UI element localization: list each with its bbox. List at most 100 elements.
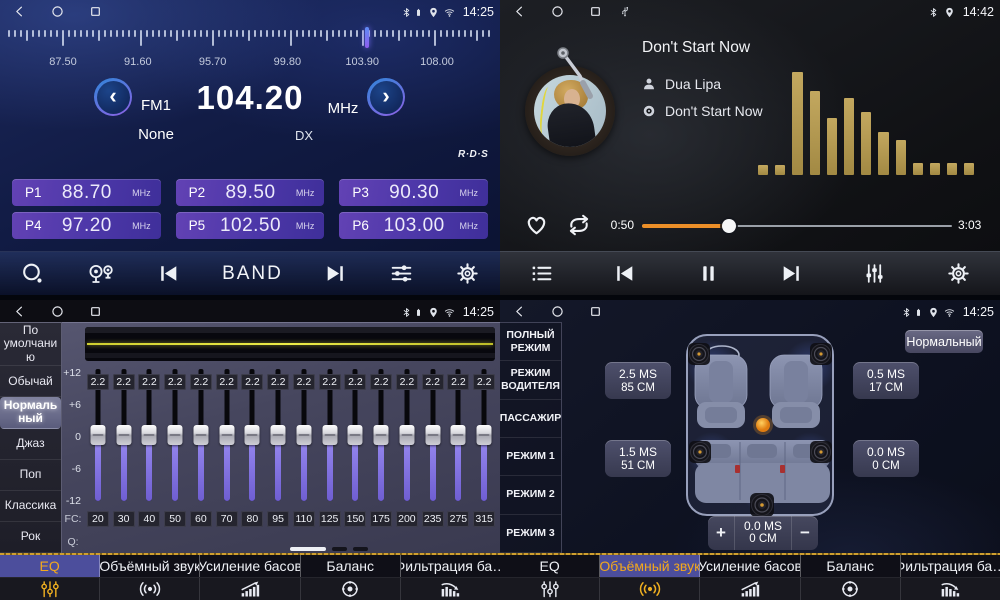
preset-button[interactable]: P6 103.00 MHz	[339, 212, 488, 239]
listening-mode-item[interactable]: ПАССАЖИР	[500, 400, 561, 438]
increase-delay-button[interactable]: +	[708, 516, 735, 550]
equalizer-icon[interactable]	[862, 261, 887, 286]
slider-handle[interactable]	[168, 425, 183, 445]
tab-eq[interactable]: EQ	[500, 555, 600, 577]
frequency-dial[interactable]: 87.5091.6095.7099.80103.90108.00	[0, 26, 500, 70]
listening-mode-item[interactable]: ПОЛНЫЙ РЕЖИМ	[500, 323, 561, 361]
pause-icon[interactable]	[696, 261, 721, 286]
tab-balance-icon[interactable]	[301, 578, 401, 600]
tab-eq-icon[interactable]	[500, 578, 600, 600]
delay-rear-right[interactable]: 0.0 MS 0 CM	[853, 440, 919, 477]
delay-front-right[interactable]: 0.5 MS 17 CM	[853, 362, 919, 399]
tab-bass-boost-icon[interactable]	[200, 578, 300, 600]
next-track-icon[interactable]	[779, 261, 804, 286]
slider-handle[interactable]	[322, 425, 337, 445]
preset-button[interactable]: P4 97.20 MHz	[12, 212, 161, 239]
preset-button[interactable]: P5 102.50 MHz	[176, 212, 325, 239]
tab-bass-boost-icon[interactable]	[700, 578, 800, 600]
nav-home-icon[interactable]	[551, 5, 564, 18]
delay-rear-left[interactable]: 1.5 MS 51 CM	[605, 440, 671, 477]
slider-handle[interactable]	[142, 425, 157, 445]
settings-gear-icon[interactable]	[946, 261, 971, 286]
preset-button[interactable]: P2 89.50 MHz	[176, 179, 325, 206]
eq-band-pager[interactable]	[290, 547, 368, 551]
tab-surround[interactable]: Объёмный звук	[100, 555, 200, 577]
slider-handle[interactable]	[425, 425, 440, 445]
delay-front-left[interactable]: 2.5 MS 85 CM	[605, 362, 671, 399]
pager-current	[290, 547, 326, 551]
slider-handle[interactable]	[477, 425, 492, 445]
tab-balance[interactable]: Баланс	[801, 555, 901, 577]
tab-bass-boost[interactable]: Усиление басов	[700, 555, 800, 577]
nav-recents-icon[interactable]	[589, 305, 602, 318]
nav-back-icon[interactable]	[513, 5, 526, 18]
audio-settings-tabs: EQ Объёмный звук Усиление басов Баланс Ф…	[500, 553, 1000, 600]
nav-recents-icon[interactable]	[89, 305, 102, 318]
tab-eq[interactable]: EQ	[0, 555, 100, 577]
eq-preset-item[interactable]: Поп	[0, 460, 61, 491]
band-button[interactable]: BAND	[222, 263, 283, 285]
decrease-delay-button[interactable]: −	[791, 516, 818, 550]
nav-back-icon[interactable]	[13, 305, 26, 318]
previous-track-icon[interactable]	[612, 261, 637, 286]
eq-preset-item[interactable]: Обычай	[0, 366, 61, 397]
next-station-icon[interactable]	[323, 261, 348, 286]
settings-gear-icon[interactable]	[455, 261, 480, 286]
search-icon[interactable]	[20, 261, 45, 286]
favorite-heart-icon[interactable]	[523, 211, 550, 238]
sound-profile-button[interactable]: Нормальный	[905, 330, 983, 353]
slider-handle[interactable]	[451, 425, 466, 445]
delay-ms: 1.5 MS	[619, 445, 657, 459]
nav-home-icon[interactable]	[551, 305, 564, 318]
slider-handle[interactable]	[219, 425, 234, 445]
nav-home-icon[interactable]	[51, 305, 64, 318]
tab-surround-icon[interactable]	[600, 578, 700, 600]
progress-bar[interactable]	[642, 224, 952, 228]
nav-recents-icon[interactable]	[589, 5, 602, 18]
surround-screen: 14:25 ПОЛНЫЙ РЕЖИМРЕЖИМ ВОДИТЕЛЯПАССАЖИР…	[500, 300, 1000, 600]
listening-mode-item[interactable]: РЕЖИМ 3	[500, 515, 561, 553]
tab-surround-icon[interactable]	[100, 578, 200, 600]
preset-button[interactable]: P3 90.30 MHz	[339, 179, 488, 206]
stations-scan-icon[interactable]	[86, 261, 116, 286]
nav-back-icon[interactable]	[13, 5, 26, 18]
slider-handle[interactable]	[271, 425, 286, 445]
playlist-icon[interactable]	[529, 261, 554, 286]
delay-cm: 51 CM	[621, 460, 655, 472]
slider-handle[interactable]	[245, 425, 260, 445]
tab-bass-boost[interactable]: Усиление басов	[200, 555, 300, 577]
nav-home-icon[interactable]	[51, 5, 64, 18]
tab-eq-icon[interactable]	[0, 578, 100, 600]
nav-back-icon[interactable]	[513, 305, 526, 318]
nav-recents-icon[interactable]	[89, 5, 102, 18]
eq-preset-item[interactable]: Джаз	[0, 429, 61, 460]
tab-surround[interactable]: Объёмный звук	[600, 555, 700, 577]
listening-mode-item[interactable]: РЕЖИМ 2	[500, 476, 561, 514]
tuner-settings-icon[interactable]	[389, 261, 414, 286]
eq-preset-item[interactable]: Рок	[0, 522, 61, 553]
tab-bass-filter[interactable]: Фильтрация ба…	[901, 555, 1000, 577]
eq-preset-item[interactable]: По умолчанию	[0, 323, 61, 366]
listening-mode-item[interactable]: РЕЖИМ ВОДИТЕЛЯ	[500, 361, 561, 399]
slider-handle[interactable]	[374, 425, 389, 445]
progress-knob[interactable]	[722, 219, 736, 233]
slider-handle[interactable]	[90, 425, 105, 445]
tab-balance[interactable]: Баланс	[301, 555, 401, 577]
tab-bass-filter-icon[interactable]	[901, 578, 1000, 600]
listening-mode-item[interactable]: РЕЖИМ 1	[500, 438, 561, 476]
slider-handle[interactable]	[116, 425, 131, 445]
slider-handle[interactable]	[399, 425, 414, 445]
eq-preset-item[interactable]: Классика	[0, 491, 61, 522]
slider-handle[interactable]	[296, 425, 311, 445]
previous-station-icon[interactable]	[156, 261, 181, 286]
eq-preset-item[interactable]: Нормальный	[0, 397, 61, 428]
repeat-icon[interactable]	[566, 212, 592, 238]
tab-balance-icon[interactable]	[801, 578, 901, 600]
chevron-right-icon	[370, 81, 403, 114]
slider-handle[interactable]	[193, 425, 208, 445]
slider-handle[interactable]	[348, 425, 363, 445]
tab-bass-filter-icon[interactable]	[401, 578, 500, 600]
equalizer-screen: 14:25 По умолчаниюОбычайНормальныйДжазПо…	[0, 300, 500, 600]
preset-button[interactable]: P1 88.70 MHz	[12, 179, 161, 206]
tab-bass-filter[interactable]: Фильтрация ба…	[401, 555, 500, 577]
